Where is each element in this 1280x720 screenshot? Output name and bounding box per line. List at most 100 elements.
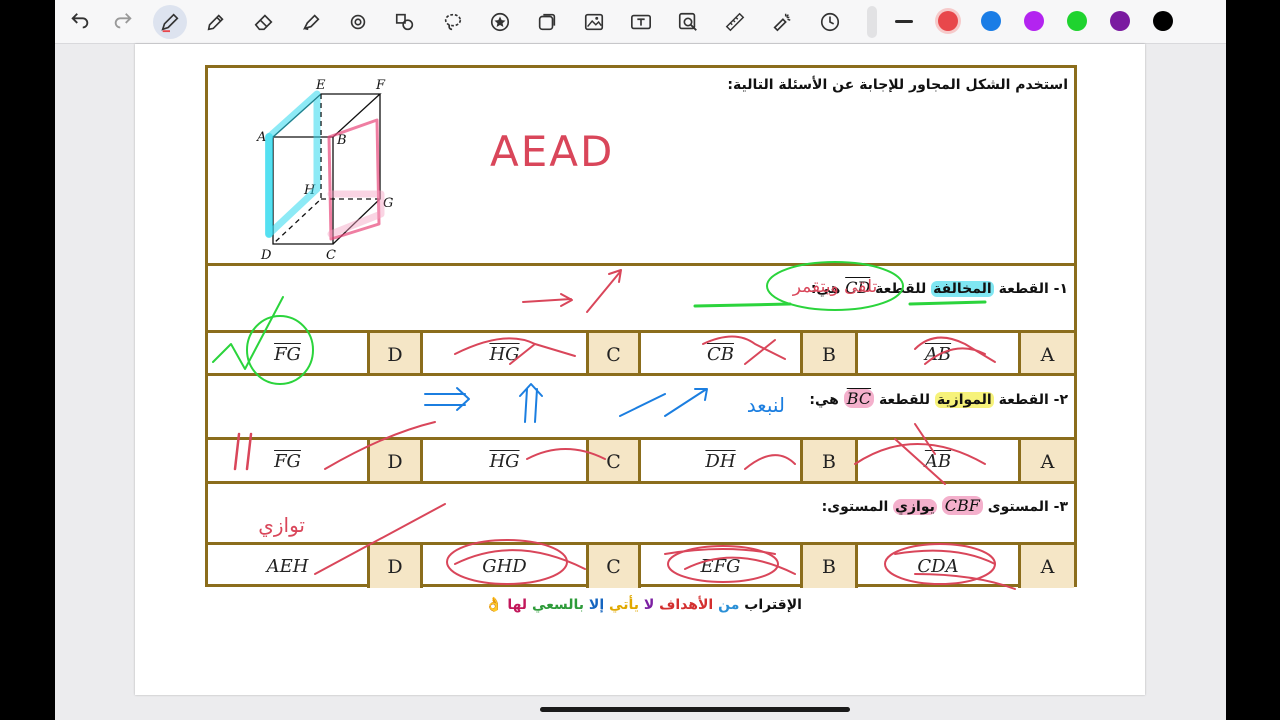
- question-text: القطعة: [998, 281, 1049, 297]
- vertex-label-a: A: [256, 130, 266, 145]
- option-b-letter: B: [803, 333, 858, 376]
- motto-word: إلا: [584, 597, 605, 613]
- motto-word: لها: [507, 597, 528, 613]
- color-swatch-green[interactable]: [1067, 11, 1087, 31]
- option-b-value[interactable]: EFG: [641, 545, 803, 588]
- segment-label: CD: [845, 278, 871, 297]
- option-b-value[interactable]: CB: [641, 333, 803, 376]
- shapes-icon[interactable]: [392, 9, 418, 35]
- option-text: AEH: [266, 556, 309, 577]
- text-box-icon[interactable]: [628, 9, 654, 35]
- question-text: للقطعة: [875, 281, 927, 297]
- color-swatch-dark-purple[interactable]: [1110, 11, 1130, 31]
- option-d-value[interactable]: AEH: [208, 545, 370, 588]
- option-d-letter: D: [370, 333, 423, 376]
- color-swatch-red[interactable]: [938, 11, 958, 31]
- option-d-value[interactable]: FG: [208, 333, 370, 376]
- stroke-width-option[interactable]: [895, 20, 913, 23]
- question-number: ٢-: [1053, 392, 1068, 408]
- option-a-letter: A: [1021, 333, 1074, 376]
- question-number: ١-: [1053, 281, 1068, 297]
- motto-word: بالسعي: [527, 597, 585, 613]
- option-text: HG: [489, 344, 520, 365]
- vertex-label-h: H: [303, 183, 316, 198]
- option-b-value[interactable]: DH: [641, 440, 803, 483]
- motto-word: يأتي: [604, 597, 639, 613]
- pen-icon[interactable]: [157, 9, 183, 35]
- divider: [208, 481, 1074, 484]
- image-crop-icon[interactable]: [534, 9, 560, 35]
- question-text: هي:: [809, 392, 839, 408]
- motto-word: لا: [638, 597, 655, 613]
- option-c-value[interactable]: HG: [423, 440, 589, 483]
- undo-icon[interactable]: [67, 9, 93, 35]
- divider: [208, 263, 1074, 266]
- option-a-value[interactable]: AB: [858, 440, 1021, 483]
- plane-label: CBF: [941, 496, 983, 515]
- redo-icon[interactable]: [110, 9, 136, 35]
- highlighter-icon[interactable]: [298, 9, 324, 35]
- ok-hand-emoji: 👌: [485, 597, 508, 613]
- question-number: ٣-: [1053, 499, 1068, 515]
- app-screen: استخدم الشكل المجاور للإجابة عن الأسئلة …: [55, 0, 1226, 720]
- answer-row-1: FG D HG C CB B AB A: [208, 333, 1074, 376]
- divider: [208, 373, 1074, 376]
- sticker-icon[interactable]: [487, 9, 513, 35]
- motto-word: الأهداف: [654, 597, 714, 613]
- vertex-label-g: G: [383, 196, 393, 211]
- color-swatch-blue[interactable]: [981, 11, 1001, 31]
- motto-word: الإقتراب: [739, 597, 802, 613]
- highlighted-word: الموازية: [934, 392, 994, 408]
- option-a-letter: A: [1021, 545, 1074, 588]
- option-text: GHD: [482, 556, 527, 577]
- color-swatch-purple[interactable]: [1024, 11, 1044, 31]
- option-a-value[interactable]: AB: [858, 333, 1021, 376]
- option-text: DH: [705, 451, 736, 472]
- option-d-value[interactable]: FG: [208, 440, 370, 483]
- toolbar: [55, 0, 1226, 44]
- option-text: AB: [924, 451, 952, 472]
- option-c-letter: C: [589, 440, 641, 483]
- pencil-icon[interactable]: [203, 9, 229, 35]
- option-c-value[interactable]: HG: [423, 333, 589, 376]
- option-text: EFG: [700, 556, 741, 577]
- worksheet-page[interactable]: استخدم الشكل المجاور للإجابة عن الأسئلة …: [135, 44, 1145, 695]
- vertex-label-c: C: [326, 248, 336, 259]
- timer-icon[interactable]: [817, 9, 843, 35]
- question-text: للقطعة: [878, 392, 931, 408]
- option-text: AB: [924, 344, 952, 365]
- lasso-icon[interactable]: [440, 9, 466, 35]
- answer-row-2: FG D HG C DH B AB A: [208, 440, 1074, 483]
- option-c-value[interactable]: GHD: [423, 545, 589, 588]
- vertex-label-d: D: [260, 248, 272, 259]
- worksheet-header: استخدم الشكل المجاور للإجابة عن الأسئلة …: [727, 77, 1068, 93]
- option-c-letter: C: [589, 545, 641, 588]
- option-text: FG: [274, 344, 301, 365]
- color-swatch-black[interactable]: [1153, 11, 1173, 31]
- motto-text: الإقتراب من الأهداف لا يأتي إلا بالسعي ل…: [485, 597, 802, 613]
- option-b-letter: B: [803, 440, 858, 483]
- question-text: هي:: [810, 281, 841, 297]
- option-text: HG: [489, 451, 520, 472]
- motto-word: من: [713, 597, 740, 613]
- question-text: القطعة: [998, 392, 1049, 408]
- question-text: المستوى: [987, 499, 1049, 515]
- image-search-icon[interactable]: [675, 9, 701, 35]
- ruler-icon[interactable]: [722, 9, 748, 35]
- highlighted-word: يوازي: [893, 499, 937, 515]
- option-d-letter: D: [370, 545, 423, 588]
- laser-pointer-icon[interactable]: [769, 9, 795, 35]
- option-a-value[interactable]: CDA: [858, 545, 1021, 588]
- option-a-letter: A: [1021, 440, 1074, 483]
- question-3: ٣- المستوى CBF يوازي المستوى:: [822, 496, 1068, 515]
- image-icon[interactable]: [581, 9, 607, 35]
- vertex-label-e: E: [315, 78, 326, 93]
- option-d-letter: D: [370, 440, 423, 483]
- toolbar-separator[interactable]: [867, 6, 877, 38]
- eraser-icon[interactable]: [251, 9, 277, 35]
- option-text: FG: [274, 451, 301, 472]
- worksheet-frame: استخدم الشكل المجاور للإجابة عن الأسئلة …: [205, 65, 1077, 588]
- question-2: ٢- القطعة الموازية للقطعة BC هي:: [809, 389, 1068, 408]
- highlighted-word: المخالفة: [931, 281, 994, 297]
- shape-icon[interactable]: [345, 9, 371, 35]
